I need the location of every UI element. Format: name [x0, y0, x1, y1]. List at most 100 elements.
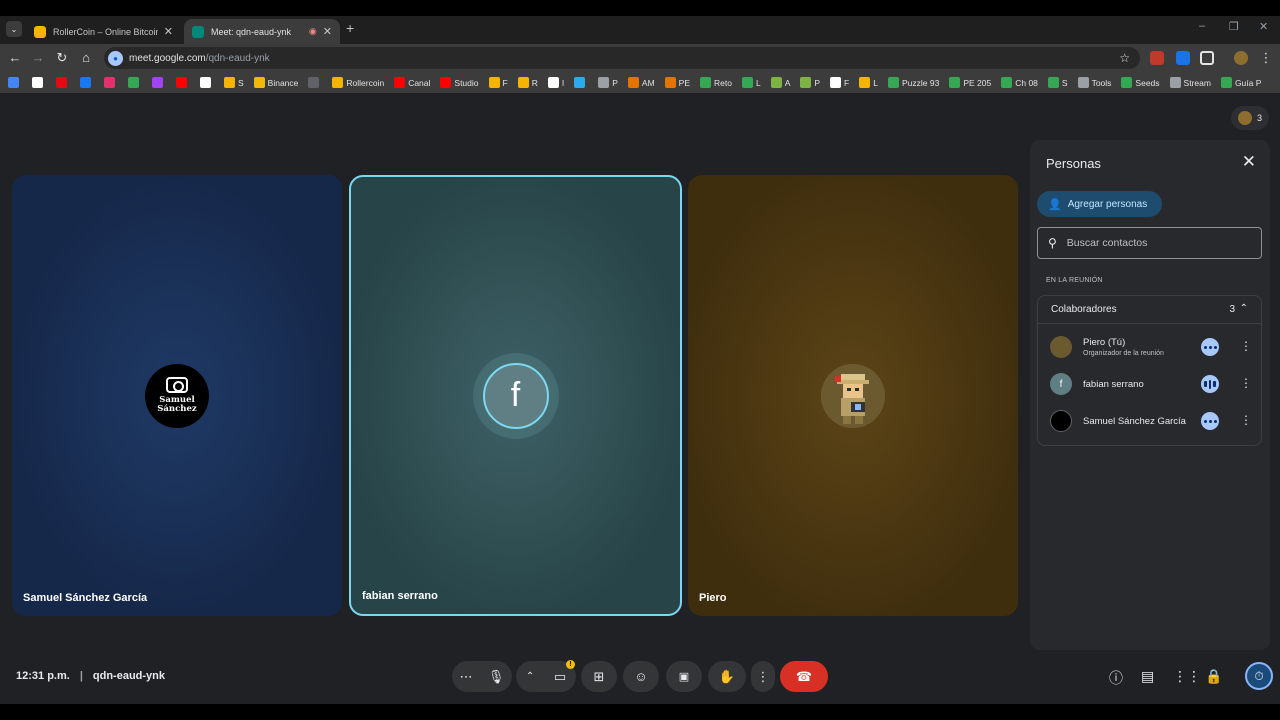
bookmark-favicon-icon — [224, 77, 235, 88]
participant-row-piero[interactable]: Piero (Tú) Organizador de la reunión ⋮ — [1038, 329, 1263, 365]
bookmark-item[interactable]: Tools — [1077, 77, 1111, 88]
extensions-puzzle-icon[interactable] — [1200, 51, 1214, 65]
home-icon[interactable]: ⌂ — [78, 50, 94, 65]
participant-tile-samuel[interactable]: Samuel Sánchez Samuel Sánchez García — [12, 175, 342, 616]
more-options-icon[interactable]: ⋮ — [1240, 339, 1252, 353]
present-screen-button[interactable]: ⊞ — [581, 661, 617, 692]
bookmark-item[interactable] — [8, 77, 22, 88]
participant-row-samuel[interactable]: Samuel Sánchez García ⋮ — [1038, 403, 1263, 439]
bookmark-item[interactable]: S — [224, 77, 244, 88]
bookmark-item[interactable]: Guía P — [1220, 77, 1261, 88]
browser-menu-icon[interactable]: ⋮ — [1258, 50, 1274, 66]
bookmark-item[interactable]: Studio — [440, 77, 479, 88]
bookmark-item[interactable] — [32, 77, 46, 88]
profile-avatar-icon[interactable] — [1234, 51, 1248, 65]
bookmark-item[interactable]: P — [800, 77, 820, 88]
leave-call-button[interactable]: ☎ — [780, 661, 828, 692]
close-panel-icon[interactable]: ✕ — [1242, 152, 1256, 172]
maximize-icon[interactable]: ❐ — [1229, 20, 1239, 33]
bookmark-favicon-icon — [488, 77, 500, 88]
tab-rollercoin[interactable]: RollerCoin – Online Bitcoin Mining ✕ — [26, 19, 181, 44]
more-options-button[interactable]: ⋮ — [751, 661, 775, 692]
search-contacts-field[interactable]: ⚲ — [1037, 227, 1262, 259]
bookmark-item[interactable] — [308, 77, 322, 88]
bookmark-item[interactable] — [574, 77, 588, 88]
bookmark-item[interactable]: F — [830, 77, 849, 88]
bookmark-item[interactable]: F — [488, 77, 508, 88]
bookmark-item[interactable]: P — [598, 77, 618, 88]
camera-options-icon[interactable]: ⌃ — [526, 671, 534, 682]
address-bar[interactable]: ● meet.google.com /qdn-eaud-ynk ☆ — [104, 47, 1140, 69]
forward-icon[interactable]: → — [30, 50, 46, 65]
bookmark-item[interactable]: Canal — [394, 77, 430, 88]
mic-options-icon[interactable]: ⋯ — [460, 669, 473, 685]
participant-tile-piero[interactable]: Piero — [688, 175, 1018, 616]
bookmark-item[interactable] — [80, 77, 94, 88]
search-contacts-input[interactable] — [1066, 237, 1247, 249]
bookmark-favicon-icon — [152, 77, 163, 88]
bookmark-item[interactable]: L — [859, 77, 878, 88]
bookmark-item[interactable]: PE — [664, 77, 690, 88]
collaborators-header[interactable]: Colaboradores 3 ⌃ — [1038, 296, 1261, 324]
bookmark-item[interactable]: Puzzle 93 — [887, 77, 939, 88]
bookmark-item[interactable] — [104, 77, 118, 88]
bookmark-item[interactable]: AM — [627, 77, 655, 88]
pixel-explorer-icon — [821, 363, 885, 428]
bookmark-item[interactable]: Reto — [700, 77, 732, 88]
bookmark-item[interactable] — [176, 77, 190, 88]
bookmark-item[interactable] — [200, 77, 214, 88]
bookmark-item[interactable]: Binance — [253, 77, 298, 88]
participants-chip[interactable]: 3 — [1231, 106, 1269, 130]
bookmark-item[interactable]: A — [770, 77, 790, 88]
tab-meet[interactable]: Meet: qdn-eaud-ynk ◉ ✕ — [184, 19, 340, 44]
add-people-button[interactable]: 👤 Agregar personas — [1037, 191, 1162, 217]
reload-icon[interactable]: ↻ — [54, 50, 70, 66]
new-tab-button[interactable]: + — [346, 20, 354, 36]
group-label: Colaboradores — [1051, 304, 1117, 315]
activities-grid-icon[interactable]: ⋮⋮ — [1173, 668, 1201, 685]
camera-icon[interactable]: ▭ — [554, 669, 566, 685]
self-avatar-chip[interactable]: ⏱ — [1245, 662, 1273, 690]
more-options-icon[interactable]: ⋮ — [1240, 413, 1252, 427]
back-icon[interactable]: ← — [7, 50, 23, 65]
bookmark-item[interactable]: Seeds — [1121, 77, 1160, 88]
chevron-up-icon[interactable]: ⌃ — [1240, 303, 1248, 314]
extension-icon[interactable] — [1176, 51, 1190, 65]
bookmark-label: P — [814, 77, 821, 88]
bookmark-item[interactable]: L — [741, 77, 761, 88]
participant-row-fabian[interactable]: f fabian serrano ⋮ — [1038, 366, 1263, 402]
reactions-button[interactable]: ☺ — [623, 661, 659, 692]
bookmark-item[interactable] — [56, 77, 70, 88]
close-tab-icon[interactable]: ✕ — [164, 25, 173, 38]
bookmark-item[interactable]: S — [1047, 77, 1068, 88]
bookmark-favicon-icon — [200, 77, 211, 88]
timer-icon: ⏱ — [1254, 668, 1264, 683]
host-controls-icon[interactable]: 🔒 — [1205, 668, 1222, 685]
bookmark-item[interactable]: PE 205 — [949, 77, 991, 88]
bookmark-item[interactable]: Rollercoin — [332, 77, 384, 88]
avatar-brand-text: Samuel Sánchez — [157, 395, 197, 414]
close-tab-icon[interactable]: ✕ — [323, 25, 332, 38]
extension-icon[interactable] — [1150, 51, 1164, 65]
bookmark-item[interactable] — [152, 77, 166, 88]
bookmark-item[interactable]: I — [547, 77, 564, 88]
close-window-icon[interactable]: ✕ — [1259, 20, 1268, 33]
bookmark-item[interactable]: Stream — [1169, 77, 1211, 88]
mic-site-icon[interactable]: ● — [108, 50, 123, 66]
people-panel: Personas ✕ 👤 Agregar personas ⚲ EN LA RE… — [1030, 140, 1270, 650]
meeting-details-icon[interactable]: ⓘ — [1109, 668, 1123, 688]
bookmark-item[interactable]: Ch 08 — [1001, 77, 1038, 88]
participant-tile-fabian[interactable]: f fabian serrano — [349, 175, 682, 616]
minimize-icon[interactable]: – — [1199, 20, 1205, 32]
chat-icon[interactable]: ▤ — [1141, 668, 1154, 685]
tab-search-button[interactable]: ⌄ — [6, 21, 22, 37]
samuel-avatar: Samuel Sánchez — [145, 363, 209, 428]
captions-button[interactable]: ▣ — [666, 661, 702, 692]
microphone-icon[interactable]: 🎙 — [488, 669, 505, 685]
more-options-icon[interactable]: ⋮ — [1240, 376, 1252, 390]
bookmark-star-icon[interactable]: ☆ — [1119, 51, 1130, 65]
bookmark-item[interactable] — [128, 77, 142, 88]
bookmark-item[interactable]: R — [517, 77, 538, 88]
participant-name: fabian serrano — [1083, 378, 1144, 390]
raise-hand-button[interactable]: ✋ — [708, 661, 746, 692]
